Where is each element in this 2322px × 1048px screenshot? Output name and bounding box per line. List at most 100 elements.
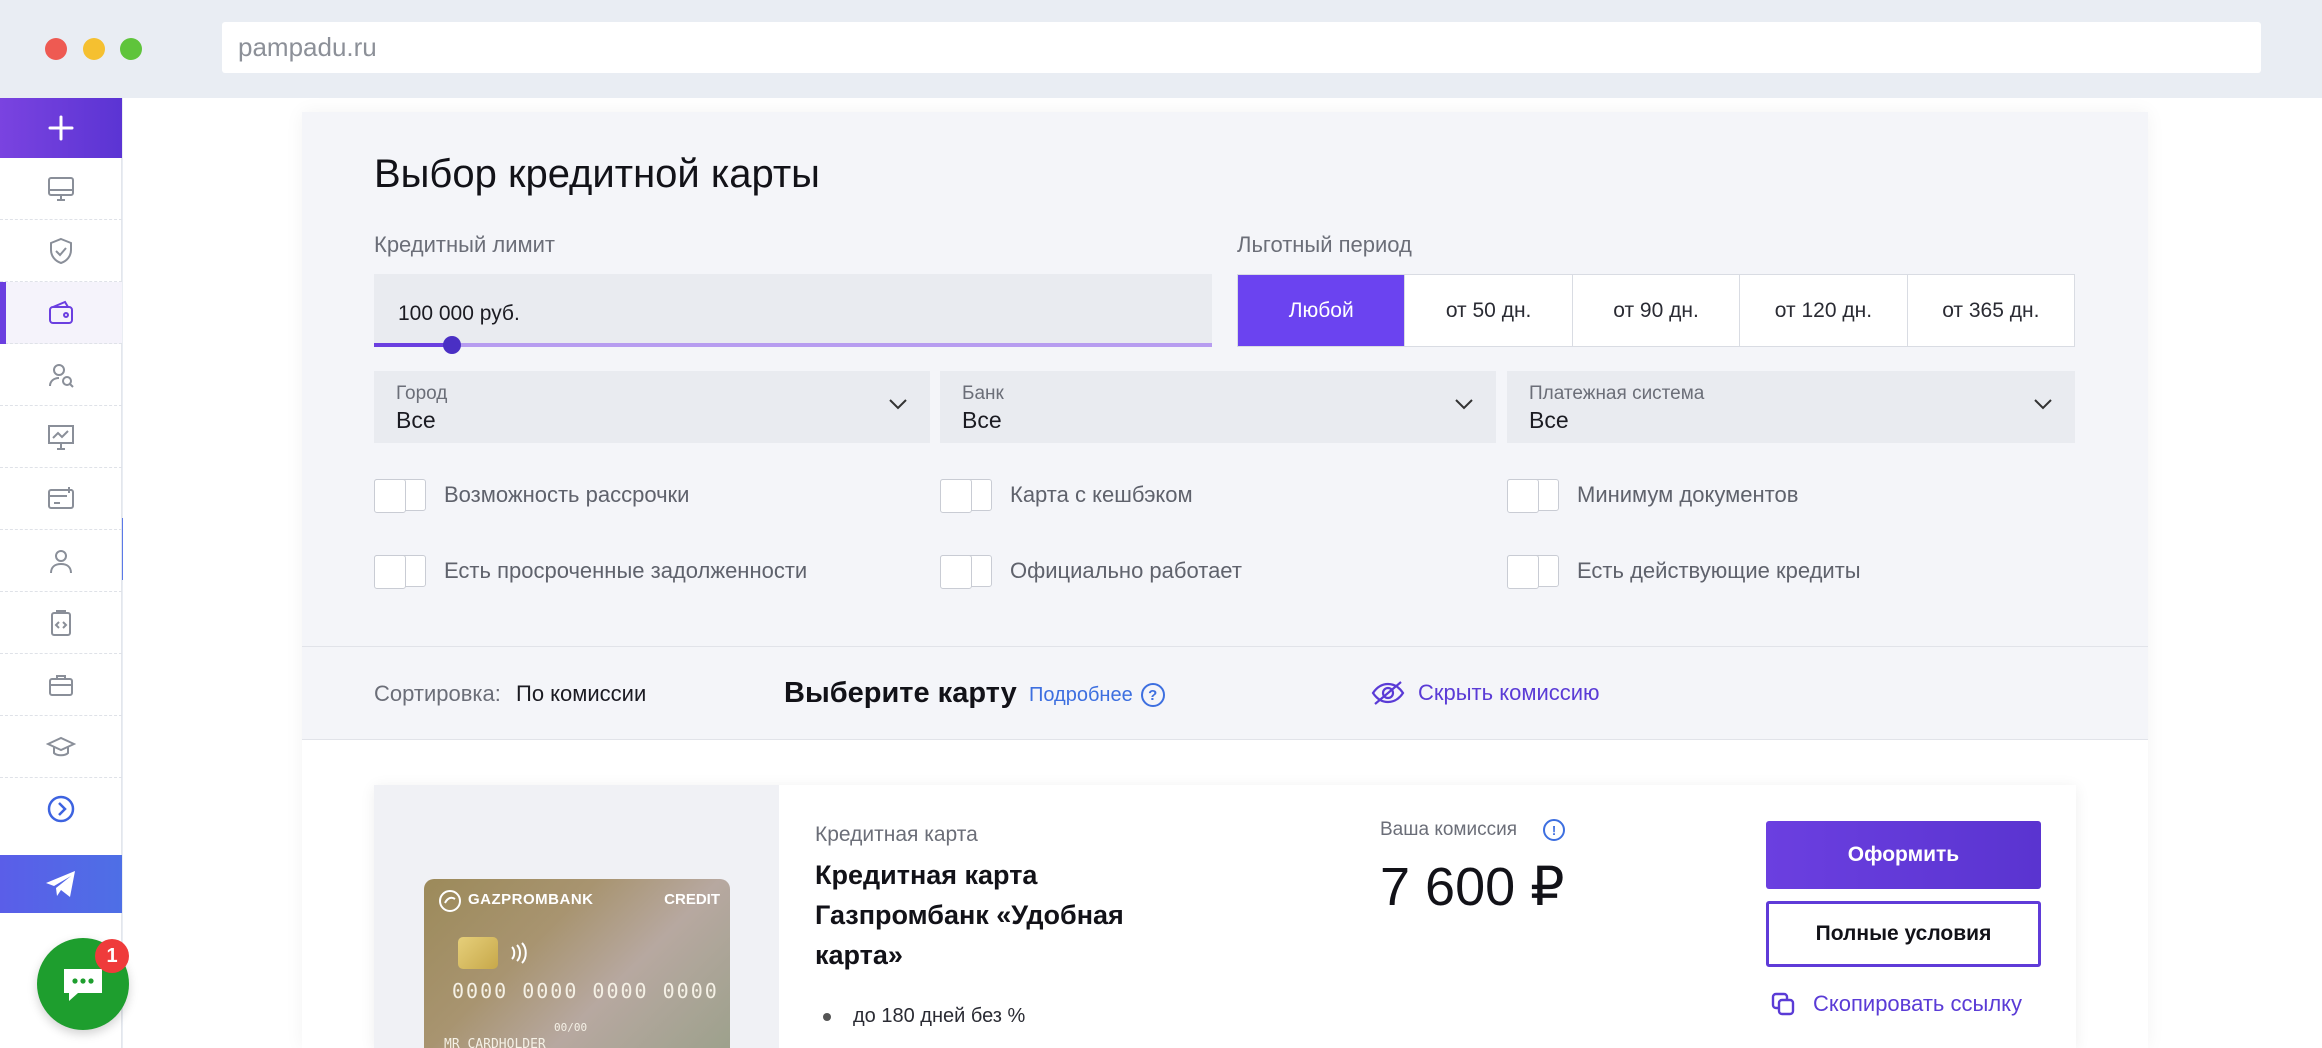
sidebar-item-education[interactable]: [0, 716, 122, 778]
presentation-chart-icon: [48, 424, 74, 450]
browser-chrome: pampadu.ru: [0, 0, 2322, 98]
toggle-label: Официально работает: [1010, 558, 1242, 583]
commission-value: 7 600 ₽: [1380, 857, 1565, 917]
add-button[interactable]: [0, 98, 122, 158]
gazprombank-logo-icon: [439, 890, 461, 912]
card-number: 0000 0000 0000 0000: [452, 979, 719, 1003]
more-info-label: Подробнее: [1029, 683, 1133, 706]
grace-option-50[interactable]: от 50 дн.: [1405, 275, 1573, 346]
grace-period-label: Льготный период: [1237, 232, 1412, 257]
copy-icon: [1771, 992, 1795, 1016]
offer-card: GAZPROMBANK CREDIT 0000 0000 0000 0000 0…: [374, 785, 2076, 1048]
toggle-min-documents[interactable]: Минимум документов: [1507, 479, 1799, 513]
bank-select-label: Банк: [962, 383, 1004, 404]
sidebar: [0, 98, 122, 1048]
toggle-overdue-debts[interactable]: Есть просроченные задолженности: [374, 555, 808, 589]
grace-option-any[interactable]: Любой: [1238, 275, 1406, 346]
graduation-cap-icon: [46, 736, 76, 756]
grace-option-90[interactable]: от 90 дн.: [1573, 275, 1741, 346]
grace-period-selector: Любой от 50 дн. от 90 дн. от 120 дн. от …: [1237, 274, 2075, 347]
grace-option-365[interactable]: от 365 дн.: [1908, 275, 2074, 346]
payment-system-select-value: Все: [1529, 407, 1569, 433]
eye-off-icon: [1371, 681, 1405, 705]
toggle-active-loans[interactable]: Есть действующие кредиты: [1507, 555, 1861, 589]
city-select-label: Город: [396, 383, 448, 404]
switch[interactable]: [1507, 479, 1559, 513]
credit-limit-slider-track[interactable]: [374, 343, 1212, 347]
card-bank-name: GAZPROMBANK: [468, 891, 594, 908]
toggle-officially-employed[interactable]: Официально работает: [940, 555, 1242, 589]
payment-system-select-label: Платежная система: [1529, 383, 1705, 404]
commission-label: Ваша комиссия !: [1380, 819, 1565, 841]
hide-commission-button[interactable]: Скрыть комиссию: [1370, 679, 1600, 707]
shield-check-icon: [50, 237, 72, 264]
telegram-icon: [46, 871, 75, 897]
chat-bubble-icon: [64, 969, 102, 1001]
offer-card-image-area: GAZPROMBANK CREDIT 0000 0000 0000 0000 0…: [374, 785, 779, 1048]
toggle-label: Возможность рассрочки: [444, 482, 690, 507]
sidebar-item-insurance[interactable]: [0, 220, 122, 282]
toggle-installment[interactable]: Возможность рассрочки: [374, 479, 690, 513]
sidebar-item-clients[interactable]: [0, 344, 122, 406]
sidebar-item-business[interactable]: [0, 654, 122, 716]
full-terms-button[interactable]: Полные условия: [1766, 901, 2041, 967]
credit-limit-slider-handle[interactable]: [443, 336, 461, 354]
minimize-window-button[interactable]: [83, 38, 105, 60]
credit-limit-input[interactable]: 100 000 руб.: [374, 274, 1212, 346]
toggle-cashback[interactable]: Карта с кешбэком: [940, 479, 1193, 513]
hide-commission-label: Скрыть комиссию: [1418, 680, 1600, 705]
briefcase-icon: [49, 674, 73, 696]
telegram-button[interactable]: [0, 855, 122, 913]
switch[interactable]: [940, 555, 992, 589]
credit-card-image: GAZPROMBANK CREDIT 0000 0000 0000 0000 0…: [424, 879, 730, 1048]
plus-icon: [48, 115, 74, 141]
info-icon[interactable]: !: [1543, 819, 1565, 841]
sidebar-item-profile[interactable]: [0, 530, 122, 592]
sidebar-item-api[interactable]: [0, 592, 122, 654]
offer-feature-text: до 180 дней без %: [853, 1005, 1026, 1027]
credit-card-selector-panel: Выбор кредитной карты Кредитный лимит 10…: [302, 112, 2148, 1048]
address-bar[interactable]: pampadu.ru: [222, 22, 2261, 73]
maximize-window-button[interactable]: [120, 38, 142, 60]
chevron-down-icon: [889, 399, 907, 410]
city-select[interactable]: Город Все: [374, 371, 930, 443]
copy-link-button[interactable]: Скопировать ссылку: [1769, 990, 2022, 1018]
switch[interactable]: [1507, 555, 1559, 589]
payment-system-select[interactable]: Платежная система Все: [1507, 371, 2075, 443]
switch[interactable]: [940, 479, 992, 513]
sort-label: Сортировка:: [374, 681, 501, 706]
monitor-icon: [48, 176, 74, 201]
toggle-label: Карта с кешбэком: [1010, 482, 1193, 507]
switch[interactable]: [374, 555, 426, 589]
toggle-label: Есть действующие кредиты: [1577, 558, 1861, 583]
sidebar-item-credit-cards[interactable]: [0, 282, 122, 344]
switch[interactable]: [374, 479, 426, 513]
toggle-label: Минимум документов: [1577, 482, 1799, 507]
close-window-button[interactable]: [45, 38, 67, 60]
sidebar-item-statistics[interactable]: [0, 406, 122, 468]
offer-type: Кредитная карта: [815, 823, 978, 846]
offer-feature: до 180 дней без %: [815, 1005, 1025, 1028]
offer-name[interactable]: Кредитная карта Газпромбанк «Удобная кар…: [815, 855, 1155, 975]
chevron-down-icon: [2034, 399, 2052, 410]
sort-bar: Сортировка: По комиссии Выберите карту П…: [302, 646, 2148, 740]
clipboard-code-icon: [51, 609, 71, 636]
grace-option-120[interactable]: от 120 дн.: [1740, 275, 1908, 346]
sort-select[interactable]: По комиссии: [516, 681, 646, 707]
choose-card-heading: Выберите карту: [784, 677, 1017, 709]
sidebar-item-payments[interactable]: [0, 468, 122, 530]
card-expiry: 00/00: [554, 1021, 588, 1034]
apply-button[interactable]: Оформить: [1766, 821, 2041, 889]
city-select-value: Все: [396, 407, 436, 433]
user-search-icon: [49, 363, 74, 388]
credit-limit-label: Кредитный лимит: [374, 232, 555, 257]
sidebar-item-more[interactable]: [0, 778, 122, 840]
toggle-label: Есть просроченные задолженности: [444, 558, 808, 583]
bank-select[interactable]: Банк Все: [940, 371, 1496, 443]
more-info-link[interactable]: Подробнее ?: [1029, 683, 1165, 707]
arrow-circle-icon: [47, 795, 75, 823]
sidebar-item-dashboard[interactable]: [0, 158, 122, 220]
chat-notification-badge: 1: [95, 939, 129, 973]
card-holder: MR CARDHOLDER: [444, 1037, 546, 1048]
credit-limit-slider-fill: [374, 343, 452, 347]
